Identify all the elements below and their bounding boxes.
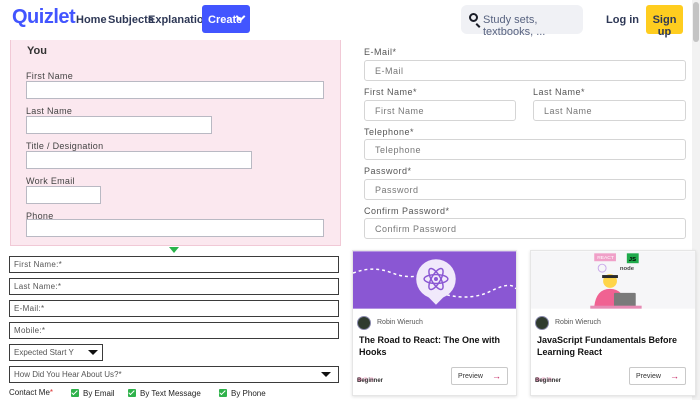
first-name-field[interactable]	[26, 81, 324, 99]
course-card-road-to-react[interactable]: Robin Wieruch The Road to React: The One…	[352, 250, 517, 396]
lead-mobile-field[interactable]: Mobile:*	[9, 322, 339, 339]
password-label: Password*	[364, 166, 412, 176]
preview-button[interactable]: Preview →	[629, 367, 686, 385]
required-marker: *	[49, 388, 54, 397]
course-card-js-fundamentals[interactable]: REACT JS node Robin Wieruch JavaScript F…	[530, 250, 696, 396]
search-icon	[469, 13, 478, 22]
email-label: E-Mail*	[364, 47, 397, 57]
last-name-label-right: Last Name*	[533, 87, 586, 97]
confirm-password-field[interactable]: Confirm Password	[364, 218, 686, 239]
by-phone-checkbox[interactable]	[219, 389, 227, 397]
by-phone-label: By Phone	[231, 389, 266, 398]
create-button[interactable]: Create	[202, 5, 250, 33]
arrow-right-icon: →	[670, 371, 679, 381]
nav-home-link[interactable]: Home	[76, 14, 107, 26]
preview-label: Preview	[458, 373, 483, 380]
card-title[interactable]: The Road to React: The One with Hooks	[359, 334, 509, 358]
telephone-label: Telephone*	[364, 127, 415, 137]
expected-start-dropdown-icon	[88, 350, 98, 355]
last-name-field[interactable]	[26, 116, 212, 134]
last-name-label: Last Name	[26, 106, 73, 116]
node-badge: node	[620, 266, 635, 272]
expected-start-value: Expected Start Y	[14, 348, 74, 357]
preview-button[interactable]: Preview →	[451, 367, 508, 385]
lead-last-name-field[interactable]: Last Name:*	[9, 278, 339, 295]
last-name-field-right[interactable]: Last Name	[533, 100, 686, 121]
you-form-title: You	[27, 45, 47, 57]
contact-me-label: Contact Me*	[9, 388, 53, 397]
by-email-checkbox[interactable]	[71, 389, 79, 397]
card-level: Beginner	[535, 378, 562, 384]
quizlet-logo[interactable]: Quizlet	[12, 6, 76, 29]
by-text-checkbox[interactable]	[128, 389, 136, 397]
search-input[interactable]: Study sets, textbooks, ...	[461, 5, 583, 38]
by-text-label: By Text Message	[140, 389, 201, 398]
scrollbar-thumb[interactable]	[693, 2, 699, 42]
submit-arrow-icon	[169, 247, 179, 253]
react-hero-image	[353, 251, 516, 309]
work-email-field[interactable]	[26, 186, 101, 204]
email-field[interactable]: E-Mail	[364, 60, 686, 81]
contact-me-text: Contact Me	[9, 388, 50, 397]
arrow-right-icon: →	[492, 371, 501, 381]
phone-field[interactable]	[26, 219, 324, 237]
telephone-field[interactable]: Telephone	[364, 139, 686, 160]
signup-button[interactable]: Sign up	[646, 5, 683, 38]
card-level: Beginner	[357, 378, 384, 384]
confirm-password-label: Confirm Password*	[364, 206, 450, 216]
work-email-label: Work Email	[26, 176, 75, 186]
password-field[interactable]: Password	[364, 179, 686, 200]
top-nav-bar: Quizlet Home Subjects Explanations Creat…	[0, 0, 700, 40]
nav-subjects-link[interactable]: Subjects	[108, 14, 154, 26]
title-designation-field[interactable]	[26, 151, 252, 169]
title-designation-label: Title / Designation	[26, 141, 104, 151]
react-badge: REACT	[597, 255, 614, 261]
author-avatar	[535, 316, 549, 330]
login-link[interactable]: Log in	[606, 14, 639, 26]
preview-label: Preview	[636, 373, 661, 380]
first-name-field-right[interactable]: First Name	[364, 100, 516, 121]
card-author: Robin Wieruch	[377, 319, 423, 326]
author-avatar	[357, 316, 371, 330]
lead-first-name-field[interactable]: First Name:*	[9, 256, 339, 273]
first-name-label-right: First Name*	[364, 87, 418, 97]
how-heard-dropdown-icon	[321, 372, 331, 377]
js-badge: JS	[629, 257, 636, 263]
card-title[interactable]: JavaScript Fundamentals Before Learning …	[537, 334, 687, 358]
how-heard-value: How Did You Hear About Us?*	[14, 370, 122, 379]
lead-email-field[interactable]: E-Mail:*	[9, 300, 339, 317]
search-placeholder: Study sets, textbooks, ...	[483, 14, 546, 38]
card-author: Robin Wieruch	[555, 319, 601, 326]
how-heard-select[interactable]: How Did You Hear About Us?*	[9, 366, 339, 383]
js-hero-image: REACT JS node	[531, 251, 695, 309]
by-email-label: By Email	[83, 389, 115, 398]
first-name-label: First Name	[26, 71, 74, 81]
